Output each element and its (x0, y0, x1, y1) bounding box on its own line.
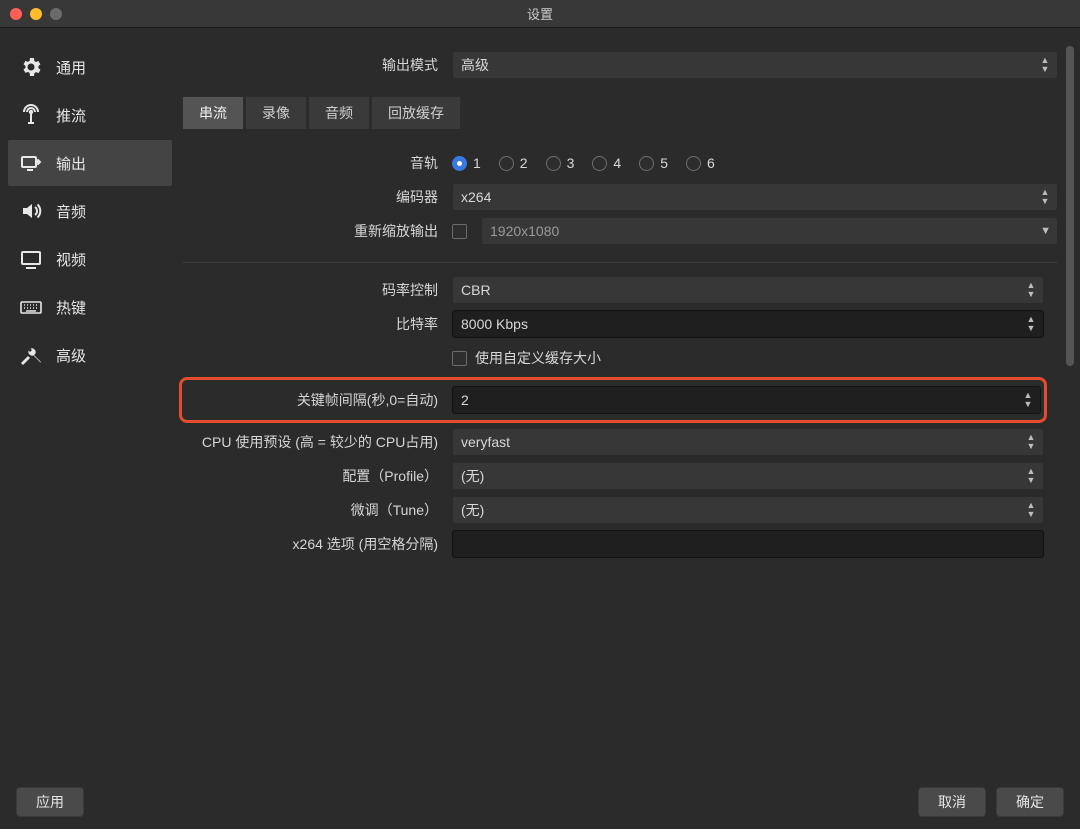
sidebar-item-label: 推流 (56, 105, 86, 126)
sidebar-item-label: 输出 (56, 153, 86, 174)
updown-icon: ▲▼ (1023, 313, 1039, 335)
updown-icon: ▲▼ (1023, 431, 1039, 453)
sidebar-item-label: 高级 (56, 345, 86, 366)
sidebar-item-general[interactable]: 通用 (8, 44, 172, 90)
encoder-value: x264 (461, 189, 491, 205)
audio-track-1[interactable]: 1 (452, 155, 481, 171)
tune-label: 微调（Tune） (182, 500, 442, 520)
audio-track-5[interactable]: 5 (639, 155, 668, 171)
sidebar-item-hotkeys[interactable]: 热键 (8, 284, 172, 330)
cancel-button[interactable]: 取消 (918, 787, 986, 817)
monitor-icon (18, 246, 44, 272)
window-minimize-button[interactable] (30, 8, 42, 20)
output-tabs: 串流 录像 音频 回放缓存 (182, 96, 1058, 130)
keyframe-value: 2 (461, 392, 469, 408)
sidebar-item-label: 通用 (56, 57, 86, 78)
profile-select[interactable]: (无) ▲▼ (452, 462, 1044, 490)
updown-icon: ▲▼ (1037, 186, 1053, 208)
main-panel: 输出模式 高级 ▲▼ 串流 录像 音频 回放缓存 音轨 1 2 3 4 5 6 (172, 38, 1072, 775)
output-mode-label: 输出模式 (182, 55, 442, 75)
audio-track-radio-group: 1 2 3 4 5 6 (452, 155, 1072, 171)
tune-select[interactable]: (无) ▲▼ (452, 496, 1044, 524)
tune-value: (无) (461, 500, 484, 520)
updown-icon: ▲▼ (1023, 279, 1039, 301)
rescale-select[interactable]: 1920x1080 ▼ (481, 217, 1058, 245)
tools-icon (18, 342, 44, 368)
audio-track-2[interactable]: 2 (499, 155, 528, 171)
window-close-button[interactable] (10, 8, 22, 20)
gear-icon (18, 54, 44, 80)
output-mode-select[interactable]: 高级 ▲▼ (452, 51, 1058, 79)
audio-track-3[interactable]: 3 (546, 155, 575, 171)
encoder-select[interactable]: x264 ▲▼ (452, 183, 1058, 211)
updown-icon: ▲▼ (1037, 54, 1053, 76)
bitrate-spinbox[interactable]: 8000 Kbps ▲▼ (452, 310, 1044, 338)
audio-track-6[interactable]: 6 (686, 155, 715, 171)
updown-icon: ▲▼ (1020, 389, 1036, 411)
x264opts-input[interactable] (452, 530, 1044, 558)
output-icon (18, 150, 44, 176)
cpu-preset-label: CPU 使用预设 (高 = 较少的 CPU占用) (182, 432, 442, 452)
sidebar: 通用 推流 输出 音频 视频 (8, 38, 172, 775)
apply-button[interactable]: 应用 (16, 787, 84, 817)
ok-button[interactable]: 确定 (996, 787, 1064, 817)
profile-label: 配置（Profile） (182, 466, 442, 486)
keyframe-spinbox[interactable]: 2 ▲▼ (452, 386, 1041, 414)
audio-track-label: 音轨 (182, 153, 442, 173)
rate-control-label: 码率控制 (182, 280, 442, 300)
chevron-down-icon: ▼ (1040, 225, 1051, 237)
x264opts-label: x264 选项 (用空格分隔) (182, 534, 442, 554)
sidebar-item-advanced[interactable]: 高级 (8, 332, 172, 378)
titlebar: 设置 (0, 0, 1080, 28)
sidebar-item-video[interactable]: 视频 (8, 236, 172, 282)
profile-value: (无) (461, 466, 484, 486)
keyframe-row-highlight: 关键帧间隔(秒,0=自动) 2 ▲▼ (179, 377, 1047, 423)
footer: 应用 取消 确定 (0, 775, 1080, 829)
speaker-icon (18, 198, 44, 224)
updown-icon: ▲▼ (1023, 499, 1039, 521)
cpu-preset-value: veryfast (461, 434, 510, 450)
bitrate-label: 比特率 (182, 314, 442, 334)
updown-icon: ▲▼ (1023, 465, 1039, 487)
sidebar-item-audio[interactable]: 音频 (8, 188, 172, 234)
custom-buffer-checkbox[interactable] (452, 351, 467, 366)
sidebar-item-label: 热键 (56, 297, 86, 318)
scrollbar-thumb[interactable] (1066, 46, 1074, 366)
scrollbar-track (1066, 46, 1074, 775)
tab-replay-buffer[interactable]: 回放缓存 (371, 96, 461, 129)
bitrate-value: 8000 Kbps (461, 316, 528, 332)
antenna-icon (18, 102, 44, 128)
sidebar-item-output[interactable]: 输出 (8, 140, 172, 186)
sidebar-item-label: 音频 (56, 201, 86, 222)
tab-streaming[interactable]: 串流 (182, 96, 244, 129)
window-maximize-button[interactable] (50, 8, 62, 20)
encoder-label: 编码器 (182, 187, 442, 207)
cpu-preset-select[interactable]: veryfast ▲▼ (452, 428, 1044, 456)
tab-recording[interactable]: 录像 (245, 96, 307, 129)
keyboard-icon (18, 294, 44, 320)
sidebar-item-stream[interactable]: 推流 (8, 92, 172, 138)
custom-buffer-label: 使用自定义缓存大小 (475, 348, 601, 368)
sidebar-item-label: 视频 (56, 249, 86, 270)
tab-audio[interactable]: 音频 (308, 96, 370, 129)
audio-track-4[interactable]: 4 (592, 155, 621, 171)
keyframe-label: 关键帧间隔(秒,0=自动) (185, 390, 442, 410)
rescale-label: 重新缩放输出 (182, 221, 442, 241)
output-mode-value: 高级 (461, 55, 489, 75)
rate-control-value: CBR (461, 282, 491, 298)
rescale-checkbox[interactable] (452, 224, 467, 239)
window-title: 设置 (527, 4, 553, 23)
rate-control-select[interactable]: CBR ▲▼ (452, 276, 1044, 304)
rescale-value: 1920x1080 (490, 223, 559, 239)
